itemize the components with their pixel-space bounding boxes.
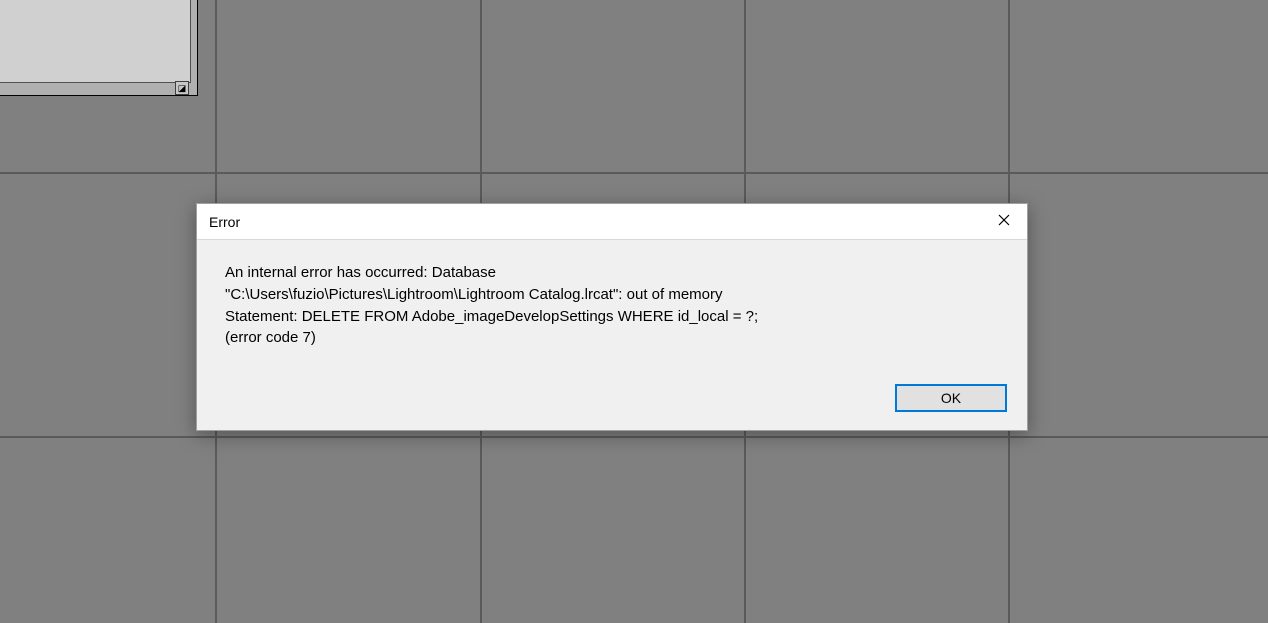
dialog-message: An internal error has occurred: Database… (197, 240, 1027, 384)
dialog-title: Error (209, 214, 240, 230)
thumbnail-badge-icon: ◪ (175, 81, 189, 95)
message-line: "C:\Users\fuzio\Pictures\Lightroom\Light… (225, 286, 723, 303)
grid-line (0, 172, 1268, 174)
thumbnail-image (0, 0, 191, 83)
dialog-button-row: OK (197, 384, 1027, 430)
message-line: (error code 7) (225, 329, 316, 346)
error-dialog: Error An internal error has occurred: Da… (196, 203, 1028, 431)
close-button[interactable] (981, 204, 1027, 240)
grid-line (0, 436, 1268, 438)
close-icon (998, 213, 1010, 231)
ok-button[interactable]: OK (895, 384, 1007, 412)
message-line: An internal error has occurred: Database (225, 264, 496, 281)
dialog-titlebar: Error (197, 204, 1027, 240)
photo-thumbnail[interactable]: ◪ (0, 0, 198, 96)
message-line: Statement: DELETE FROM Adobe_imageDevelo… (225, 308, 758, 325)
